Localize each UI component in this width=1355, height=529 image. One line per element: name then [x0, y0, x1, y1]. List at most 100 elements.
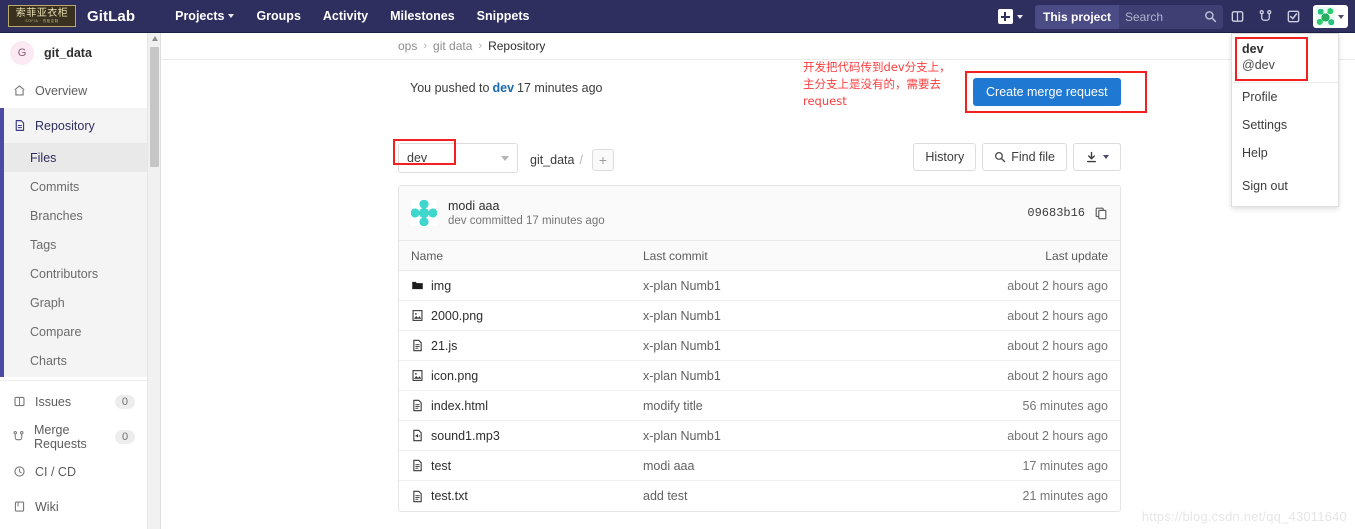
sidebar-item-cicd[interactable]: CI / CD — [0, 454, 147, 489]
gitlab-repository-page: 索菲亚衣柜 SOFIA · 衣柜定制 GitLab Projects Group… — [0, 0, 1355, 529]
file-commit: x-plan Numb1 — [643, 308, 721, 323]
sidebar-item-wiki[interactable]: Wiki — [0, 489, 147, 524]
todos-icon[interactable] — [1279, 0, 1307, 33]
table-row[interactable]: icon.png x-plan Numb1 about 2 hours ago — [399, 361, 1120, 391]
table-row[interactable]: 21.js x-plan Numb1 about 2 hours ago — [399, 331, 1120, 361]
sidebar-item-merge-requests[interactable]: Merge Requests 0 — [0, 419, 147, 454]
find-file-label: Find file — [1011, 150, 1055, 164]
table-row[interactable]: sound1.mp3 x-plan Numb1 about 2 hours ag… — [399, 421, 1120, 451]
sidebar-item-overview-label: Overview — [35, 83, 88, 98]
nav-activity[interactable]: Activity — [312, 9, 379, 23]
file-table-header: Name Last commit Last update — [399, 240, 1120, 271]
nav-milestones[interactable]: Milestones — [379, 9, 466, 23]
create-merge-request-button[interactable]: Create merge request — [973, 78, 1121, 106]
commit-sha[interactable]: 09683b16 — [1027, 206, 1085, 220]
history-button[interactable]: History — [913, 143, 977, 171]
text-file-icon — [413, 490, 422, 502]
commit-sha-area: 09683b16 — [1027, 206, 1108, 220]
table-row[interactable]: 2000.png x-plan Numb1 about 2 hours ago — [399, 301, 1120, 331]
table-row[interactable]: test.txt add test 21 minutes ago — [399, 481, 1120, 511]
gitlab-brand[interactable]: GitLab — [87, 8, 135, 25]
commit-title[interactable]: modi aaa — [448, 199, 605, 213]
path-project-name[interactable]: git_data — [530, 153, 574, 167]
file-name-cell[interactable]: 21.js — [411, 339, 643, 353]
table-row[interactable]: index.html modify title 56 minutes ago — [399, 391, 1120, 421]
sidebar-item-charts[interactable]: Charts — [0, 346, 147, 375]
search-icon — [1205, 11, 1217, 23]
sidebar-item-compare[interactable]: Compare — [0, 317, 147, 346]
scrollbar-thumb[interactable] — [150, 47, 159, 167]
breadcrumb-separator: › — [423, 40, 428, 52]
repository-submenu: Files Commits Branches Tags Contributors… — [0, 143, 147, 377]
sidebar-item-tags[interactable]: Tags — [0, 230, 147, 259]
user-menu-item-profile[interactable]: Profile — [1232, 83, 1338, 111]
file-name: test — [431, 458, 452, 473]
user-dropdown-menu: dev @dev Profile Settings Help Sign out — [1231, 33, 1339, 207]
issues-icon[interactable] — [1223, 0, 1251, 33]
search-input[interactable]: Search — [1119, 5, 1223, 29]
search-bar[interactable]: This project Search — [1034, 4, 1223, 29]
column-header-name: Name — [411, 248, 444, 263]
scroll-up-arrow-icon[interactable] — [151, 36, 158, 41]
file-name-cell[interactable]: img — [411, 279, 643, 293]
chevron-down-icon — [501, 155, 509, 161]
find-file-button[interactable]: Find file — [982, 143, 1067, 171]
sidebar-item-issues[interactable]: Issues 0 — [0, 384, 147, 419]
file-name-cell[interactable]: test.txt — [411, 489, 643, 503]
breadcrumb-root[interactable]: ops — [398, 39, 417, 53]
sidebar-item-overview[interactable]: Overview — [0, 73, 147, 108]
breadcrumb-project[interactable]: git data — [433, 39, 472, 53]
sidebar-item-issues-label: Issues — [35, 394, 72, 409]
latest-commit-row: modi aaa dev committed 17 minutes ago 09… — [399, 186, 1120, 240]
file-update: about 2 hours ago — [1007, 308, 1108, 323]
user-avatar-button[interactable] — [1313, 5, 1348, 28]
user-menu-item-settings[interactable]: Settings — [1232, 111, 1338, 139]
sidebar-project-header[interactable]: G git_data — [0, 33, 147, 73]
file-update: about 2 hours ago — [1007, 278, 1108, 293]
add-file-button[interactable]: + — [591, 149, 614, 171]
file-name-cell[interactable]: 2000.png — [411, 309, 643, 323]
sidebar-scrollbar[interactable] — [148, 33, 161, 529]
breadcrumb-current: Repository — [488, 39, 546, 53]
nav-groups[interactable]: Groups — [245, 9, 311, 23]
sidebar-item-repository[interactable]: Repository — [0, 108, 147, 143]
new-item-button[interactable] — [992, 9, 1029, 24]
text-file-icon — [413, 399, 422, 412]
sidebar-item-files[interactable]: Files — [0, 143, 147, 172]
file-name-cell[interactable]: icon.png — [411, 369, 643, 383]
nav-projects[interactable]: Projects — [164, 9, 245, 23]
pipeline-icon — [12, 465, 26, 478]
branch-selector[interactable]: dev — [398, 143, 518, 173]
file-name: icon.png — [431, 368, 479, 383]
sidebar-item-contributors[interactable]: Contributors — [0, 259, 147, 288]
file-commit: add test — [643, 489, 688, 503]
file-name-cell[interactable]: test — [411, 459, 643, 473]
sidebar-item-branches[interactable]: Branches — [0, 201, 147, 230]
file-update: about 2 hours ago — [1007, 428, 1108, 443]
column-header-last-update: Last update — [1045, 248, 1108, 263]
merge-requests-icon[interactable] — [1251, 0, 1279, 33]
user-menu-item-help[interactable]: Help — [1232, 139, 1338, 167]
user-menu-item-sign-out[interactable]: Sign out — [1232, 172, 1338, 200]
sidebar-item-graph[interactable]: Graph — [0, 288, 147, 317]
commit-meta: dev committed 17 minutes ago — [448, 215, 605, 227]
file-update: about 2 hours ago — [1007, 368, 1108, 383]
search-scope[interactable]: This project — [1034, 4, 1119, 29]
file-commit: x-plan Numb1 — [643, 368, 721, 383]
file-commit: x-plan Numb1 — [643, 338, 721, 353]
table-row[interactable]: test modi aaa 17 minutes ago — [399, 451, 1120, 481]
push-notice-branch[interactable]: dev — [492, 81, 514, 95]
column-header-last-commit: Last commit — [643, 248, 708, 263]
user-menu-header: dev @dev — [1232, 34, 1338, 83]
download-button[interactable] — [1073, 143, 1121, 171]
user-avatar — [1316, 7, 1335, 26]
repository-panel: modi aaa dev committed 17 minutes ago 09… — [398, 185, 1121, 512]
branch-selector-label: dev — [407, 151, 428, 165]
nav-snippets[interactable]: Snippets — [466, 9, 541, 23]
sidebar-item-commits[interactable]: Commits — [0, 172, 147, 201]
copy-icon[interactable] — [1094, 206, 1108, 220]
file-name-cell[interactable]: sound1.mp3 — [411, 429, 643, 443]
file-icon — [12, 119, 26, 132]
file-name-cell[interactable]: index.html — [411, 399, 643, 413]
table-row[interactable]: img x-plan Numb1 about 2 hours ago — [399, 271, 1120, 301]
